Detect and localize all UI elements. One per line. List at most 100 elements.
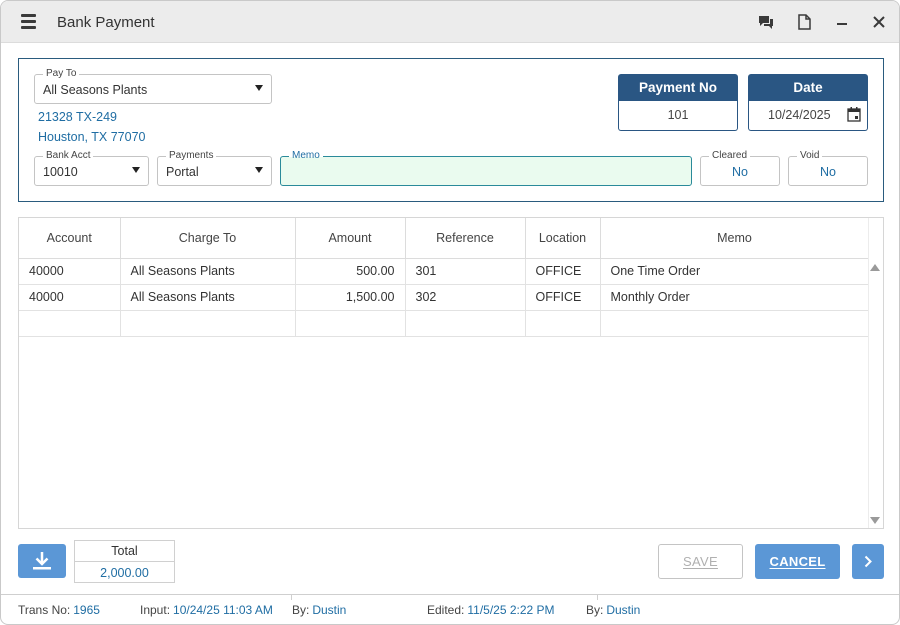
header-row: Account Charge To Amount Reference Locat… bbox=[19, 218, 870, 259]
edited-by-label: By: bbox=[586, 603, 604, 617]
cell-account[interactable]: 40000 bbox=[19, 258, 121, 285]
memo-input[interactable] bbox=[287, 163, 685, 181]
date-field[interactable]: 10/24/2025 bbox=[748, 101, 868, 131]
chevron-down-icon bbox=[132, 167, 140, 173]
column-header-charge-to[interactable]: Charge To bbox=[120, 218, 296, 259]
input-by-label: By: bbox=[292, 603, 310, 617]
edited-value: 11/5/25 2:22 PM bbox=[467, 603, 555, 617]
cell-charge-to[interactable]: All Seasons Plants bbox=[120, 258, 296, 285]
payments-value: Portal bbox=[166, 165, 199, 179]
document-icon[interactable] bbox=[795, 13, 813, 31]
footer-divider bbox=[597, 595, 598, 600]
date-label: Date bbox=[748, 74, 868, 101]
payment-no-field[interactable]: 101 bbox=[618, 101, 738, 131]
chat-icon[interactable] bbox=[757, 13, 775, 31]
pay-to-label: Pay To bbox=[43, 68, 80, 80]
address-line-1[interactable]: 21328 TX-249 bbox=[38, 110, 117, 124]
cell-location[interactable]: OFFICE bbox=[525, 284, 601, 311]
bank-acct-label: Bank Acct bbox=[43, 150, 94, 162]
void-label: Void bbox=[797, 150, 823, 162]
pay-to-value: All Seasons Plants bbox=[43, 83, 148, 97]
payment-header-panel: Pay To All Seasons Plants 21328 TX-249 H… bbox=[18, 58, 884, 202]
pay-to-select[interactable]: Pay To All Seasons Plants bbox=[34, 68, 272, 104]
window-title: Bank Payment bbox=[57, 14, 155, 31]
menu-icon[interactable] bbox=[21, 14, 39, 30]
cell-amount[interactable] bbox=[295, 310, 406, 337]
total-box: Total 2,000.00 bbox=[74, 540, 175, 583]
total-label: Total bbox=[75, 541, 174, 562]
cell-charge-to[interactable]: All Seasons Plants bbox=[120, 284, 296, 311]
table-row[interactable]: 40000 All Seasons Plants 1,500.00 302 OF… bbox=[19, 284, 870, 311]
cell-charge-to[interactable] bbox=[120, 310, 296, 337]
title-bar: Bank Payment bbox=[1, 1, 899, 43]
cell-reference[interactable]: 301 bbox=[405, 258, 526, 285]
cell-memo[interactable]: One Time Order bbox=[600, 258, 870, 285]
cell-account[interactable] bbox=[19, 310, 121, 337]
column-header-location[interactable]: Location bbox=[525, 218, 601, 259]
footer-divider bbox=[291, 595, 292, 600]
cleared-field[interactable]: Cleared No bbox=[700, 150, 780, 186]
grid-scrollbar[interactable] bbox=[868, 218, 883, 528]
cell-reference[interactable]: 302 bbox=[405, 284, 526, 311]
close-icon[interactable] bbox=[870, 13, 888, 31]
cell-memo[interactable] bbox=[600, 310, 870, 337]
cell-amount[interactable]: 500.00 bbox=[295, 258, 406, 285]
edited-by: By: Dustin bbox=[586, 603, 640, 617]
scroll-up-icon[interactable] bbox=[870, 264, 880, 271]
column-header-amount[interactable]: Amount bbox=[295, 218, 406, 259]
total-value: 2,000.00 bbox=[100, 566, 149, 580]
input-label: Input: bbox=[140, 603, 171, 617]
calendar-icon[interactable] bbox=[847, 107, 861, 122]
edited-label: Edited: bbox=[427, 603, 465, 617]
cancel-label: CANCEL bbox=[769, 554, 826, 569]
status-footer: Trans No: 1965 Input: 10/24/25 11:03 AM By… bbox=[1, 594, 899, 624]
memo-field[interactable]: Memo bbox=[280, 150, 692, 186]
lines-table: Account Charge To Amount Reference Locat… bbox=[19, 218, 870, 337]
chevron-down-icon bbox=[255, 167, 263, 173]
scroll-down-icon[interactable] bbox=[870, 517, 880, 524]
payments-select[interactable]: Payments Portal bbox=[157, 150, 272, 186]
cell-location[interactable]: OFFICE bbox=[525, 258, 601, 285]
minimize-icon[interactable] bbox=[833, 13, 851, 31]
download-button[interactable] bbox=[18, 544, 66, 578]
cell-amount[interactable]: 1,500.00 bbox=[295, 284, 406, 311]
edited-timestamp: Edited: 11/5/25 2:22 PM bbox=[427, 603, 555, 617]
edited-by-value: Dustin bbox=[606, 603, 641, 617]
chevron-right-icon bbox=[864, 555, 872, 568]
download-icon bbox=[33, 552, 51, 570]
cancel-button[interactable]: CANCEL bbox=[755, 544, 840, 579]
void-field[interactable]: Void No bbox=[788, 150, 868, 186]
bank-payment-window: Bank Payment Pay To All Seasons Plants 2… bbox=[0, 0, 900, 625]
payment-no-label: Payment No bbox=[618, 74, 738, 101]
bank-acct-select[interactable]: Bank Acct 10010 bbox=[34, 150, 149, 186]
cell-reference[interactable] bbox=[405, 310, 526, 337]
column-header-account[interactable]: Account bbox=[19, 218, 121, 259]
trans-no: Trans No: 1965 bbox=[18, 603, 100, 617]
trans-no-value: 1965 bbox=[73, 603, 100, 617]
table-row[interactable]: 40000 All Seasons Plants 500.00 301 OFFI… bbox=[19, 258, 870, 285]
bank-acct-value: 10010 bbox=[43, 165, 78, 179]
input-timestamp: Input: 10/24/25 11:03 AM bbox=[140, 603, 273, 617]
table-row-empty[interactable] bbox=[19, 310, 870, 337]
next-button[interactable] bbox=[852, 544, 884, 579]
column-header-memo[interactable]: Memo bbox=[600, 218, 870, 259]
save-button[interactable]: SAVE bbox=[658, 544, 743, 579]
column-header-reference[interactable]: Reference bbox=[405, 218, 526, 259]
save-label: SAVE bbox=[683, 554, 718, 569]
date-value: 10/24/2025 bbox=[768, 108, 831, 122]
cleared-value: No bbox=[732, 165, 748, 179]
payment-lines-grid: Account Charge To Amount Reference Locat… bbox=[18, 217, 884, 529]
cell-location[interactable] bbox=[525, 310, 601, 337]
cell-account[interactable]: 40000 bbox=[19, 284, 121, 311]
address-line-2[interactable]: Houston, TX 77070 bbox=[38, 130, 145, 144]
payment-no-value: 101 bbox=[667, 108, 689, 122]
chevron-down-icon bbox=[255, 85, 263, 91]
void-value: No bbox=[820, 165, 836, 179]
cell-memo[interactable]: Monthly Order bbox=[600, 284, 870, 311]
payments-label: Payments bbox=[166, 150, 217, 162]
cleared-label: Cleared bbox=[709, 150, 751, 162]
input-by: By: Dustin bbox=[292, 603, 346, 617]
memo-label: Memo bbox=[289, 150, 323, 162]
input-value: 10/24/25 11:03 AM bbox=[173, 603, 273, 617]
trans-no-label: Trans No: bbox=[18, 603, 71, 617]
